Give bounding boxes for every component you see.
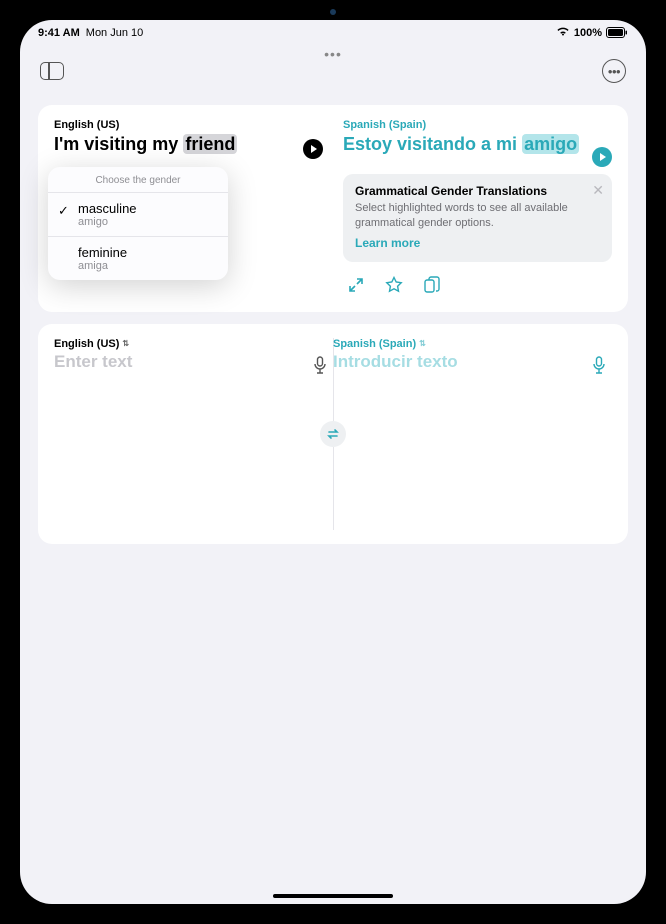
expand-icon[interactable] <box>347 276 365 294</box>
source-input-column[interactable]: English (US) ⇅ Enter text <box>54 338 333 530</box>
favorite-icon[interactable] <box>385 276 403 294</box>
action-row <box>343 276 612 294</box>
status-time: 9:41 AM <box>38 27 80 39</box>
source-column: English (US) I'm visiting my friend Choo… <box>54 119 323 294</box>
learn-more-link[interactable]: Learn more <box>355 236 420 250</box>
target-highlighted-word[interactable]: amigo <box>522 134 579 154</box>
device-frame: 9:41 AM Mon Jun 10 100% ••• ••• <box>0 0 666 924</box>
info-title: Grammatical Gender Translations <box>355 184 600 198</box>
source-highlighted-word[interactable]: friend <box>183 134 237 154</box>
source-lang-label: English (US) <box>54 119 295 131</box>
target-input-lang-selector[interactable]: Spanish (Spain) ⇅ <box>333 338 602 350</box>
gender-info-box: ✕ Grammatical Gender Translations Select… <box>343 174 612 262</box>
camera-dot <box>330 9 336 15</box>
source-text[interactable]: I'm visiting my friend <box>54 133 295 156</box>
option-title: feminine <box>78 245 216 260</box>
target-input-column[interactable]: Spanish (Spain) ⇅ Introducir texto <box>333 338 612 530</box>
status-date: Mon Jun 10 <box>86 27 143 39</box>
target-mic-button[interactable] <box>592 356 606 379</box>
status-bar: 9:41 AM Mon Jun 10 100% <box>20 20 646 41</box>
home-indicator[interactable] <box>273 894 393 898</box>
check-icon: ✓ <box>58 203 69 219</box>
sidebar-toggle-button[interactable] <box>36 55 68 87</box>
swap-languages-button[interactable] <box>320 421 346 447</box>
info-description: Select highlighted words to see all avai… <box>355 201 600 230</box>
battery-percent: 100% <box>574 27 602 39</box>
more-options-button[interactable]: ••• <box>598 55 630 87</box>
gender-option-feminine[interactable]: feminine amiga <box>48 236 228 280</box>
play-icon <box>600 153 606 161</box>
target-column: Spanish (Spain) Estoy visitando a mi ami… <box>343 119 612 294</box>
source-input-lang-selector[interactable]: English (US) ⇅ <box>54 338 323 350</box>
play-source-button[interactable] <box>303 139 323 159</box>
input-card: English (US) ⇅ Enter text Spanish (Spain… <box>38 324 628 544</box>
target-text[interactable]: Estoy visitando a mi amigo <box>343 133 584 156</box>
popover-header: Choose the gender <box>48 167 228 192</box>
wifi-icon <box>556 26 570 39</box>
option-subtitle: amiga <box>78 260 216 272</box>
play-icon <box>311 145 317 153</box>
target-input-placeholder[interactable]: Introducir texto <box>333 352 602 372</box>
play-target-button[interactable] <box>592 147 612 167</box>
multitask-dots-icon[interactable]: ••• <box>324 46 342 62</box>
source-mic-button[interactable] <box>313 356 327 379</box>
target-text-prefix: Estoy visitando a mi <box>343 134 522 154</box>
caret-icon: ⇅ <box>419 339 426 348</box>
battery-icon <box>606 27 628 38</box>
source-text-prefix: I'm visiting my <box>54 134 183 154</box>
close-info-button[interactable]: ✕ <box>592 182 604 199</box>
caret-icon: ⇅ <box>122 339 129 348</box>
gender-option-masculine[interactable]: ✓ masculine amigo <box>48 192 228 236</box>
copy-icon[interactable] <box>423 276 441 294</box>
option-title: masculine <box>78 201 216 216</box>
translation-result-card: English (US) I'm visiting my friend Choo… <box>38 105 628 312</box>
screen: 9:41 AM Mon Jun 10 100% ••• ••• <box>20 20 646 904</box>
gender-popover: Choose the gender ✓ masculine amigo femi… <box>48 167 228 280</box>
source-input-placeholder[interactable]: Enter text <box>54 352 323 372</box>
option-subtitle: amigo <box>78 216 216 228</box>
target-lang-label: Spanish (Spain) <box>343 119 584 131</box>
